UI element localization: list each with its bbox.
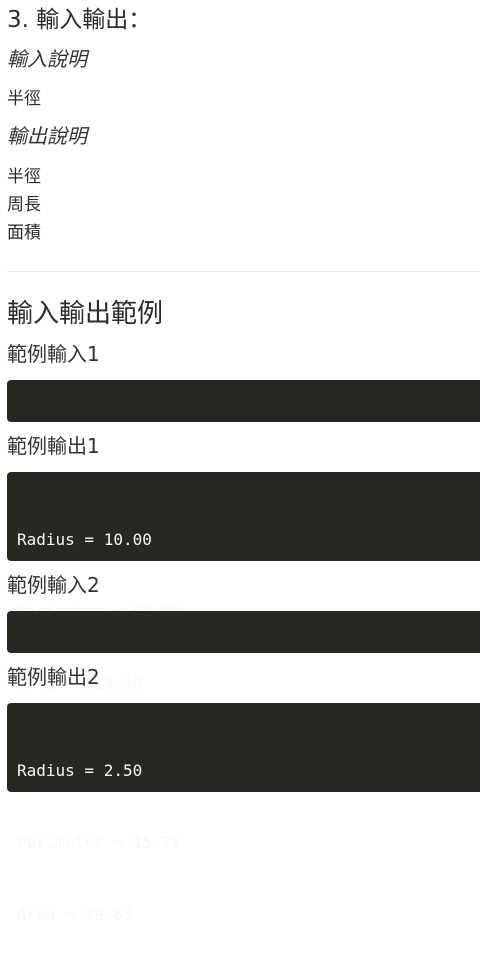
sample-input-2-code-block[interactable]: 2.5 [7,611,480,688]
output-description-line: 半徑 [7,167,41,187]
sample-output-2-code-block[interactable]: Radius = 2.50 Perimeter = 15.71 Area = 1… [7,703,480,924]
code-line: Area = 19.63 [17,905,133,924]
examples-heading: 輸入輸出範例 [7,299,164,329]
divider [7,271,480,272]
sample-output-1-label: 範例輸出1 [7,434,100,458]
sample-input-2-label: 範例輸入2 [7,573,100,597]
output-description-line: 周長 [7,195,41,215]
section-heading: 3. 輸入輸出： [7,7,152,33]
code-line: Radius = 2.50 [17,761,143,780]
sample-input-1-label: 範例輸入1 [7,342,100,366]
sample-input-1-code-block[interactable]: 10 [7,380,480,457]
input-description-line: 半徑 [7,89,41,109]
output-description-line: 面積 [7,223,41,243]
input-description-heading: 輸入說明 [7,47,87,71]
code-line: Radius = 10.00 [17,530,152,549]
output-description-heading: 輸出說明 [7,124,87,148]
sample-output-2-label: 範例輸出2 [7,665,100,689]
sample-output-1-code-block[interactable]: Radius = 10.00 Perimeter = 62.83 Area = … [7,472,480,693]
code-line: Perimeter = 15.71 [17,833,181,852]
